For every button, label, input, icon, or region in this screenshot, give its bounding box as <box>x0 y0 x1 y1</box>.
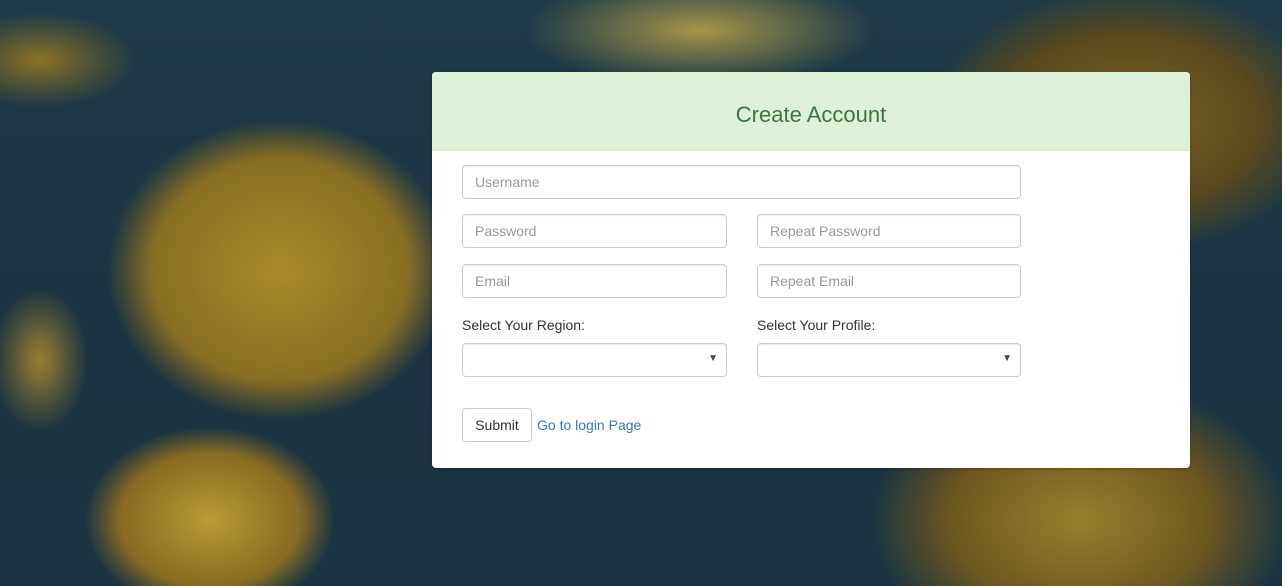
region-label: Select Your Region: <box>462 317 585 333</box>
password-input[interactable] <box>462 214 727 248</box>
profile-label: Select Your Profile: <box>757 317 876 333</box>
panel-heading: Create Account <box>432 72 1190 151</box>
email-input[interactable] <box>462 264 727 298</box>
chevron-down-icon: ▼ <box>1002 353 1012 364</box>
create-account-panel: Create Account Select Your Region: Selec… <box>432 72 1190 468</box>
region-select[interactable]: ▼ <box>462 343 727 377</box>
submit-button[interactable]: Submit <box>462 408 532 442</box>
page-title: Create Account <box>735 102 887 127</box>
repeat-email-input[interactable] <box>757 264 1021 298</box>
login-page-link[interactable]: Go to login Page <box>537 417 641 433</box>
chevron-down-icon: ▼ <box>708 353 718 364</box>
profile-select[interactable]: ▼ <box>757 343 1021 377</box>
username-input[interactable] <box>462 165 1021 199</box>
repeat-password-input[interactable] <box>757 214 1021 248</box>
